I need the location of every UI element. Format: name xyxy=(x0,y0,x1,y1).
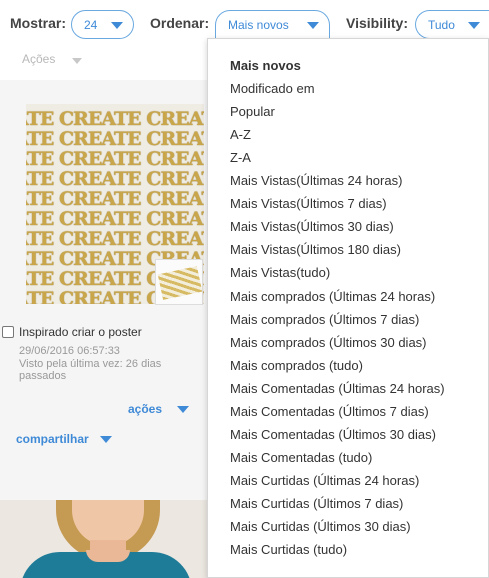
poster-sheet-image xyxy=(157,266,202,300)
sort-option[interactable]: Mais Curtidas (tudo) xyxy=(230,542,347,557)
chevron-down-icon xyxy=(100,436,112,443)
visibility-select[interactable]: Tudo xyxy=(415,10,489,39)
pattern-text: ATE CREATE CREATE CREATE xyxy=(26,188,204,210)
pattern-text: ATE CREATE CREATE CREATE xyxy=(26,168,204,190)
sort-option[interactable]: Mais Vistas(tudo) xyxy=(230,265,330,280)
sort-option[interactable]: Mais Curtidas (Últimos 7 dias) xyxy=(230,496,403,511)
sort-option[interactable]: Mais Vistas(Últimos 30 dias) xyxy=(230,219,394,234)
pattern-text: ATE CREATE CREATE CREATE xyxy=(26,208,204,230)
sort-option[interactable]: Z-A xyxy=(230,150,251,165)
sort-option[interactable]: Popular xyxy=(230,104,275,119)
chevron-down-icon xyxy=(468,22,480,29)
sort-option[interactable]: Mais comprados (Últimos 7 dias) xyxy=(230,312,419,327)
show-label: Mostrar: xyxy=(10,15,67,31)
sort-option[interactable]: Mais comprados (tudo) xyxy=(230,358,363,373)
sort-option[interactable]: Mais Comentadas (Últimos 30 dias) xyxy=(230,427,436,442)
sort-option[interactable]: Modificado em xyxy=(230,81,315,96)
next-product-image[interactable] xyxy=(0,500,207,578)
visibility-select-value: Tudo xyxy=(428,18,455,32)
sort-option[interactable]: Mais Vistas(Últimos 180 dias) xyxy=(230,242,401,257)
chevron-down-icon xyxy=(307,22,319,29)
product-actions-link[interactable]: ações xyxy=(128,402,162,416)
sort-option[interactable]: Mais comprados (Últimos 30 dias) xyxy=(230,335,427,350)
tshirt-collar xyxy=(86,550,130,562)
sort-option[interactable]: A-Z xyxy=(230,127,251,142)
show-count-value: 24 xyxy=(84,18,98,32)
chevron-down-icon xyxy=(111,22,123,29)
sort-option[interactable]: Mais Vistas(Últimas 24 horas) xyxy=(230,173,402,188)
pattern-text: ATE CREATE CREATE CREATE xyxy=(26,128,204,150)
sort-option[interactable]: Mais Curtidas (Últimos 30 dias) xyxy=(230,519,411,534)
pattern-text: ATE CREATE CREATE CREATE xyxy=(26,148,204,170)
bulk-actions-menu[interactable]: Ações xyxy=(22,52,55,66)
visibility-label: Visibility: xyxy=(346,15,408,31)
sort-option[interactable]: Mais Comentadas (tudo) xyxy=(230,450,372,465)
pattern-text: ATE CREATE CREATE CREATE xyxy=(26,108,204,130)
sort-option[interactable]: Mais Vistas(Últimos 7 dias) xyxy=(230,196,387,211)
show-count-select[interactable]: 24 xyxy=(71,10,134,39)
product-last-viewed: Visto pela última vez: 26 dias passados xyxy=(19,358,162,382)
product-title[interactable]: Inspirado criar o poster xyxy=(19,325,142,339)
share-link[interactable]: compartilhar xyxy=(16,432,89,446)
chevron-down-icon xyxy=(72,58,82,64)
sort-option[interactable]: Mais comprados (Últimas 24 horas) xyxy=(230,289,435,304)
sort-select-value: Mais novos xyxy=(228,18,289,32)
sort-dropdown-menu: Mais novos Modificado em Popular A-Z Z-A Mais… xyxy=(207,38,489,578)
sort-select[interactable]: Mais novos xyxy=(215,10,330,39)
sort-option[interactable]: Mais Comentadas (Últimos 7 dias) xyxy=(230,404,429,419)
pattern-text: ATE CREATE CREATE CREATE xyxy=(26,228,204,250)
sort-option[interactable]: Mais Curtidas (Últimas 24 horas) xyxy=(230,473,419,488)
chevron-down-icon xyxy=(177,406,189,413)
sort-label: Ordenar: xyxy=(150,15,210,31)
product-thumbnail[interactable] xyxy=(155,259,203,305)
select-product-checkbox[interactable] xyxy=(2,326,14,338)
sort-option[interactable]: Mais novos xyxy=(230,58,301,73)
sort-option[interactable]: Mais Comentadas (Últimas 24 horas) xyxy=(230,381,445,396)
product-date: 29/06/2016 06:57:33 xyxy=(19,345,120,357)
